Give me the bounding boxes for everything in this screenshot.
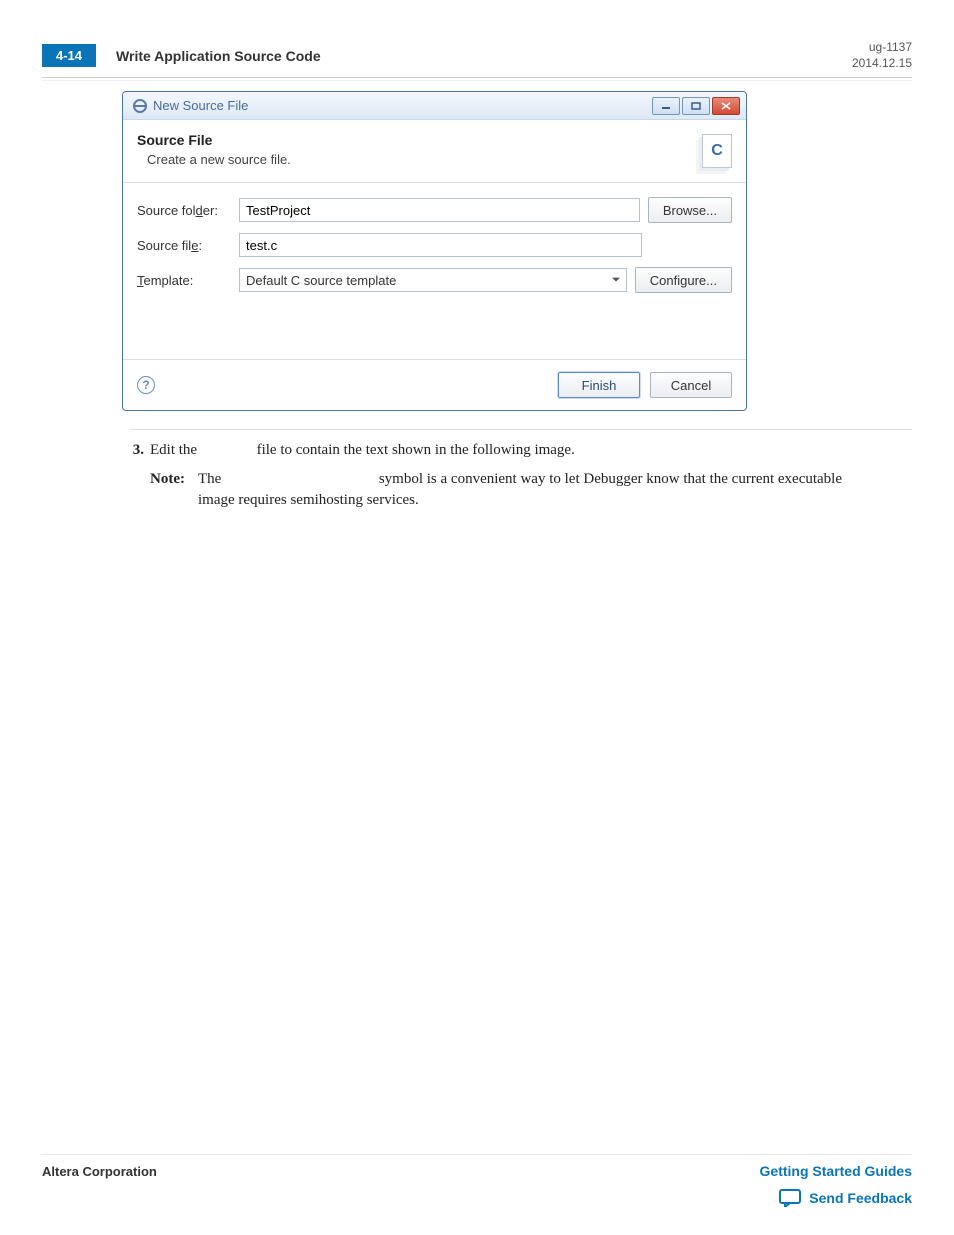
doc-id: ug-1137 xyxy=(852,40,912,56)
minimize-button[interactable] xyxy=(652,97,680,115)
page-header: 4-14 Write Application Source Code ug-11… xyxy=(42,40,912,77)
button-mnemonic: F xyxy=(582,378,590,393)
window-title: New Source File xyxy=(153,98,248,113)
label-mnemonic: d xyxy=(196,203,203,218)
window-buttons xyxy=(650,97,740,115)
label-source-folder: Source folder: xyxy=(137,203,231,218)
configure-button[interactable]: Configure... xyxy=(635,267,732,293)
body-text: 3. Edit the file to contain the text sho… xyxy=(130,429,912,511)
footer-row-2: Send Feedback xyxy=(42,1189,912,1207)
text-part: symbol is a convenient way to let Debugg… xyxy=(198,471,842,508)
maximize-button[interactable] xyxy=(682,97,710,115)
dialog-title: Source File xyxy=(137,132,291,148)
template-value: Default C source template xyxy=(246,273,396,288)
cancel-button[interactable]: Cancel xyxy=(650,372,732,398)
send-feedback-link[interactable]: Send Feedback xyxy=(809,1190,912,1206)
dialog-title-block: Source File Create a new source file. xyxy=(137,132,291,167)
header-right: ug-1137 2014.12.15 xyxy=(852,40,912,71)
close-button[interactable] xyxy=(712,97,740,115)
finish-button[interactable]: Finish xyxy=(558,372,640,398)
step-number: 3. xyxy=(130,440,144,461)
row-template: Template: Default C source template Conf… xyxy=(137,267,732,293)
titlebar: New Source File xyxy=(123,92,746,120)
button-label: Confi xyxy=(650,273,680,288)
button-mnemonic: B xyxy=(663,203,672,218)
maximize-icon xyxy=(691,102,701,110)
header-left: 4-14 Write Application Source Code xyxy=(42,44,321,67)
c-file-icon: C xyxy=(692,134,732,168)
template-select[interactable]: Default C source template xyxy=(239,268,627,292)
doc-date: 2014.12.15 xyxy=(852,56,912,72)
source-folder-input[interactable] xyxy=(239,198,640,222)
dialog-window: New Source File Source File xyxy=(122,91,747,411)
label-part: Source fol xyxy=(137,203,196,218)
page: 4-14 Write Application Source Code ug-11… xyxy=(0,0,954,1235)
footer-buttons: Finish Cancel xyxy=(558,372,732,398)
note-row: Note: The symbol is a convenient way to … xyxy=(150,469,912,511)
help-icon[interactable]: ? xyxy=(137,376,155,394)
step-3: 3. Edit the file to contain the text sho… xyxy=(130,440,912,461)
row-source-file: Source file: xyxy=(137,233,732,257)
source-file-input[interactable] xyxy=(239,233,642,257)
feedback-icon xyxy=(779,1189,801,1207)
page-number-badge: 4-14 xyxy=(42,44,96,67)
dialog-subtitle: Create a new source file. xyxy=(147,152,291,167)
dialog-header: Source File Create a new source file. C xyxy=(123,120,746,183)
button-mnemonic: g xyxy=(680,273,687,288)
close-icon xyxy=(721,102,731,110)
label-part: emplate: xyxy=(144,273,194,288)
field-wrap: Default C source template xyxy=(239,268,627,292)
section-title: Write Application Source Code xyxy=(116,48,321,64)
button-label: rowse... xyxy=(671,203,717,218)
label-part: : xyxy=(198,238,202,253)
label-template: Template: xyxy=(137,273,231,288)
text-part: The xyxy=(198,471,225,487)
minimize-icon xyxy=(661,102,671,110)
label-source-file: Source file: xyxy=(137,238,231,253)
page-footer: Altera Corporation Getting Started Guide… xyxy=(42,1154,912,1207)
label-part: er: xyxy=(203,203,218,218)
note-label: Note: xyxy=(150,469,192,511)
c-file-icon-letter: C xyxy=(702,134,732,168)
browse-button[interactable]: Browse... xyxy=(648,197,732,223)
text-part: Edit the xyxy=(150,442,201,458)
label-part: Source fil xyxy=(137,238,191,253)
body-rule xyxy=(130,429,912,430)
button-label: inish xyxy=(590,378,617,393)
field-wrap xyxy=(239,198,640,222)
getting-started-link[interactable]: Getting Started Guides xyxy=(760,1163,912,1179)
row-source-folder: Source folder: Browse... xyxy=(137,197,732,223)
dialog-figure: New Source File Source File xyxy=(122,91,747,411)
step-text: Edit the file to contain the text shown … xyxy=(150,440,575,461)
form-area: Source folder: Browse... Source file: xyxy=(123,183,746,359)
company-name: Altera Corporation xyxy=(42,1164,157,1179)
eclipse-icon xyxy=(133,99,147,113)
header-rule xyxy=(42,77,912,81)
button-label: ure... xyxy=(687,273,717,288)
field-wrap xyxy=(239,233,642,257)
dialog-footer: ? Finish Cancel xyxy=(123,359,746,410)
titlebar-left: New Source File xyxy=(133,98,248,113)
note-body: The symbol is a convenient way to let De… xyxy=(198,469,848,511)
text-part: file to contain the text shown in the fo… xyxy=(257,442,575,458)
footer-row-1: Altera Corporation Getting Started Guide… xyxy=(42,1154,912,1179)
